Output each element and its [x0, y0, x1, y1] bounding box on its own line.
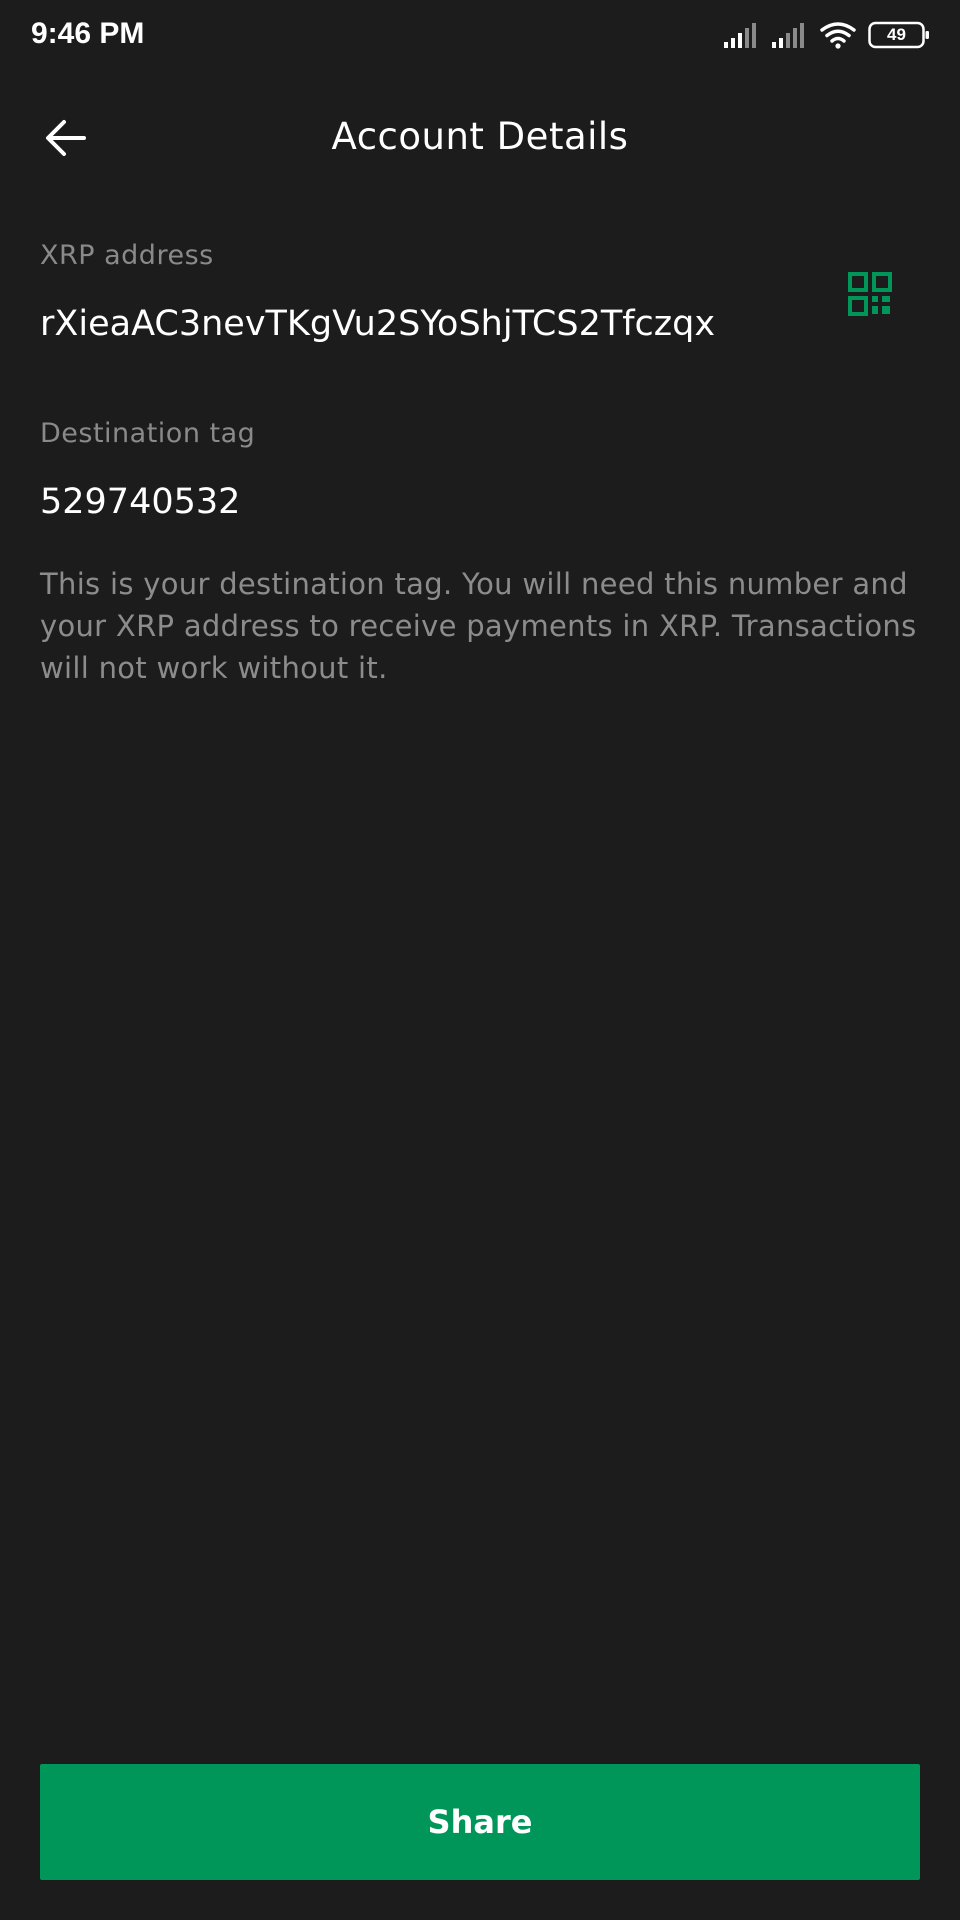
page-title: Account Details: [331, 115, 629, 158]
qr-code-icon: [848, 272, 892, 316]
status-bar: 9:46 PM 49: [0, 0, 960, 68]
status-icons: 49: [724, 18, 930, 52]
status-time: 9:46 PM: [31, 17, 145, 50]
battery-icon: 49: [868, 21, 930, 49]
app-bar: Account Details: [0, 90, 960, 186]
address-value[interactable]: rXieaAC3nevTKgVu2SYoShjTCS2Tfczqx: [40, 301, 715, 347]
wifi-icon: [820, 21, 856, 49]
battery-level: 49: [887, 25, 906, 44]
share-button[interactable]: Share: [40, 1764, 920, 1880]
signal-icon: [724, 22, 760, 48]
destination-tag-label: Destination tag: [40, 418, 256, 449]
destination-tag-value[interactable]: 529740532: [40, 479, 240, 525]
destination-tag-info: This is your destination tag. You will n…: [40, 567, 917, 685]
address-label: XRP address: [40, 240, 214, 271]
qr-code-button[interactable]: [848, 272, 892, 316]
signal-icon: [772, 22, 808, 48]
